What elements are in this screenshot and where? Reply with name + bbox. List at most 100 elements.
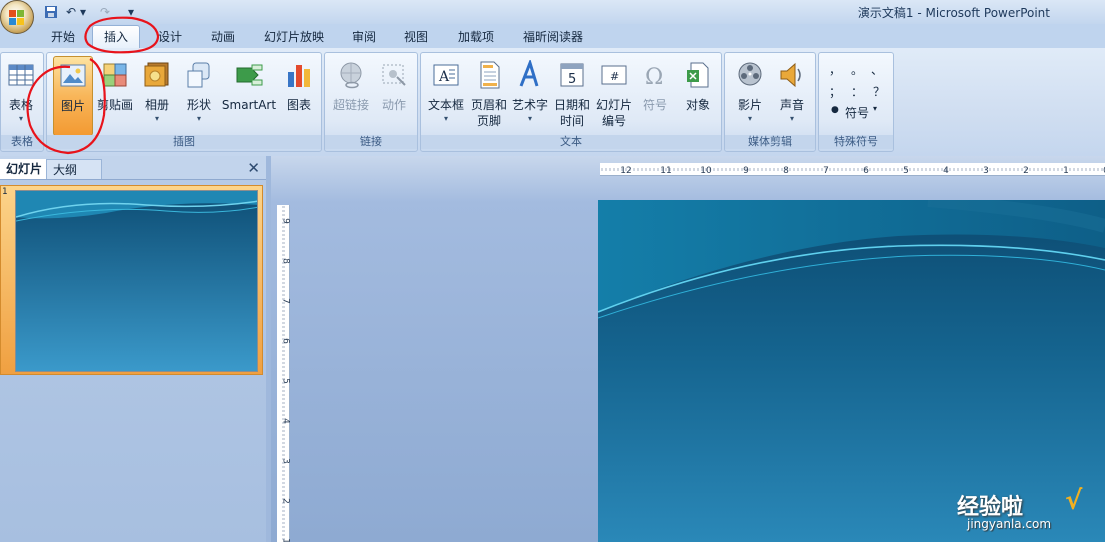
sound-button[interactable]: 声音 ▾ — [771, 56, 813, 136]
chevron-down-icon: ▾ — [443, 114, 448, 123]
chevron-down-icon: ▾ — [527, 114, 532, 123]
window-title: 演示文稿1 - Microsoft PowerPoint — [857, 6, 1050, 20]
slide-number-label-line2: 编号 — [601, 114, 626, 128]
tab-foxit-reader[interactable]: 福昕阅读器 — [517, 26, 589, 48]
chevron-down-icon: ▾ — [18, 114, 23, 123]
ruler-label: 2 — [281, 498, 291, 504]
symbol-question[interactable]: ？ — [873, 83, 885, 100]
object-icon — [687, 62, 709, 88]
picture-icon — [60, 64, 86, 87]
tab-slides[interactable]: 幻灯片 — [0, 159, 49, 179]
symbol-semicolon[interactable]: ； — [829, 83, 841, 100]
slide-thumbnail-image[interactable] — [15, 190, 258, 372]
slide-number-button[interactable]: # 幻灯片 编号 — [593, 56, 635, 136]
chart-button[interactable]: 图表 — [279, 56, 319, 136]
slide-number: 1 — [2, 187, 8, 197]
action-button: 动作 — [373, 56, 415, 136]
header-footer-label-line1: 页眉和 — [470, 98, 507, 112]
shapes-icon — [187, 62, 210, 88]
special-symbol-button[interactable]: 符号 — [845, 104, 869, 121]
group-illustrations: 图片 剪贴画 相册 ▾ 形状 ▾ SmartArt 图表 插图 — [46, 52, 322, 152]
horizontal-ruler: 1211109876543210 — [600, 163, 1105, 176]
slide-number-label-line1: 幻灯片 — [595, 98, 632, 112]
tab-view[interactable]: 视图 — [398, 26, 434, 48]
chart-label: 图表 — [286, 98, 311, 112]
date-time-label-line1: 日期和 — [553, 98, 590, 112]
watermark: 经验啦 √ jingyanla.com — [957, 486, 1097, 533]
symbol-colon[interactable]: ： — [851, 83, 863, 100]
group-special-symbols: ， 。 、 ； ： ？ ● 符号 ▾ 特殊符号 — [818, 52, 894, 152]
svg-text:5: 5 — [568, 72, 576, 87]
clipart-button[interactable]: 剪贴画 — [95, 56, 135, 136]
ruler-label: 11 — [660, 166, 671, 176]
group-label-media-clips: 媒体剪辑 — [725, 135, 815, 149]
picture-label: 图片 — [60, 99, 85, 113]
group-label-illustrations: 插图 — [47, 135, 321, 149]
chevron-down-icon[interactable]: ▾ — [873, 104, 877, 113]
object-button[interactable]: 对象 — [677, 56, 719, 136]
svg-text:Ω: Ω — [645, 65, 663, 90]
group-label-text: 文本 — [421, 135, 721, 149]
group-label-links: 链接 — [325, 135, 417, 149]
clipart-icon — [103, 63, 127, 87]
save-icon[interactable] — [42, 3, 60, 20]
ruler-label: 1 — [281, 538, 291, 542]
tab-home[interactable]: 开始 — [44, 26, 82, 48]
redo-icon: ↷ — [99, 4, 111, 19]
ruler-label: 4 — [281, 418, 291, 424]
header-footer-button[interactable]: 页眉和 页脚 — [467, 56, 511, 136]
svg-text:A: A — [438, 69, 450, 85]
office-button[interactable] — [0, 0, 34, 34]
photo-album-label: 相册 — [144, 98, 169, 112]
tab-animations[interactable]: 动画 — [204, 26, 242, 48]
close-icon[interactable]: ✕ — [247, 159, 260, 177]
speaker-icon — [780, 62, 801, 88]
customize-quick-access-icon[interactable]: ▾ — [125, 3, 137, 20]
ruler-label: 8 — [783, 166, 789, 176]
ruler-ticks: 1211109876543210 — [601, 166, 1105, 176]
textbox-label: 文本框 — [427, 98, 464, 112]
date-time-button[interactable]: 5 日期和 时间 — [551, 56, 593, 136]
slide-background-thumbnail — [16, 191, 257, 371]
chevron-down-icon: ▾ — [196, 114, 201, 123]
table-label: 表格 — [8, 98, 33, 112]
tab-insert[interactable]: 插入 — [92, 25, 140, 49]
globe-link-icon — [340, 62, 362, 89]
smartart-button[interactable]: SmartArt — [221, 56, 277, 136]
group-text: A 文本框 ▾ 页眉和 页脚 艺术字 ▾ 5 日期和 时间 # 幻灯片 编号 Ω… — [420, 52, 722, 152]
tab-slideshow[interactable]: 幻灯片放映 — [258, 26, 330, 48]
symbol-enumeration-comma[interactable]: 、 — [871, 61, 883, 78]
shapes-button[interactable]: 形状 ▾ — [179, 56, 219, 136]
textbox-button[interactable]: A 文本框 ▾ — [425, 56, 467, 136]
symbol-comma[interactable]: ， — [829, 61, 841, 78]
picture-button[interactable]: 图片 — [53, 56, 93, 136]
slide-thumbnail-selected[interactable]: 1 — [0, 185, 263, 375]
ribbon: 表格 ▾ 表格 图片 剪贴画 相册 ▾ 形状 ▾ SmartArt 图表 插图 … — [0, 48, 1105, 156]
pane-tab-bar: 幻灯片 大纲 ✕ — [0, 156, 266, 180]
bullet-icon: ● — [831, 105, 839, 115]
table-icon — [8, 64, 34, 86]
calendar-icon: 5 — [560, 63, 584, 87]
symbol-label: 符号 — [642, 98, 667, 112]
photo-album-button[interactable]: 相册 ▾ — [137, 56, 177, 136]
slide-thumbnail-list: 1 — [0, 180, 266, 542]
chevron-down-icon: ▾ — [154, 114, 159, 123]
ruler-label: 9 — [281, 218, 291, 224]
action-label: 动作 — [381, 98, 406, 112]
table-button[interactable]: 表格 ▾ — [1, 56, 41, 136]
ruler-label: 1 — [1063, 166, 1069, 176]
movie-label: 影片 — [737, 98, 762, 112]
tab-review[interactable]: 审阅 — [346, 26, 382, 48]
tab-outline[interactable]: 大纲 — [46, 159, 102, 179]
object-label: 对象 — [685, 98, 710, 112]
symbol-period[interactable]: 。 — [851, 61, 863, 78]
group-table: 表格 ▾ 表格 — [0, 52, 44, 152]
chevron-down-icon: ▾ — [789, 114, 794, 123]
wordart-button[interactable]: 艺术字 ▾ — [509, 56, 551, 136]
movie-button[interactable]: 影片 ▾ — [729, 56, 771, 136]
tab-design[interactable]: 设计 — [150, 26, 190, 48]
slides-pane: 幻灯片 大纲 ✕ 1 — [0, 156, 266, 542]
undo-dropdown-icon[interactable]: ▾ — [78, 3, 88, 20]
action-icon — [382, 64, 406, 86]
tab-addins[interactable]: 加载项 — [452, 26, 500, 48]
